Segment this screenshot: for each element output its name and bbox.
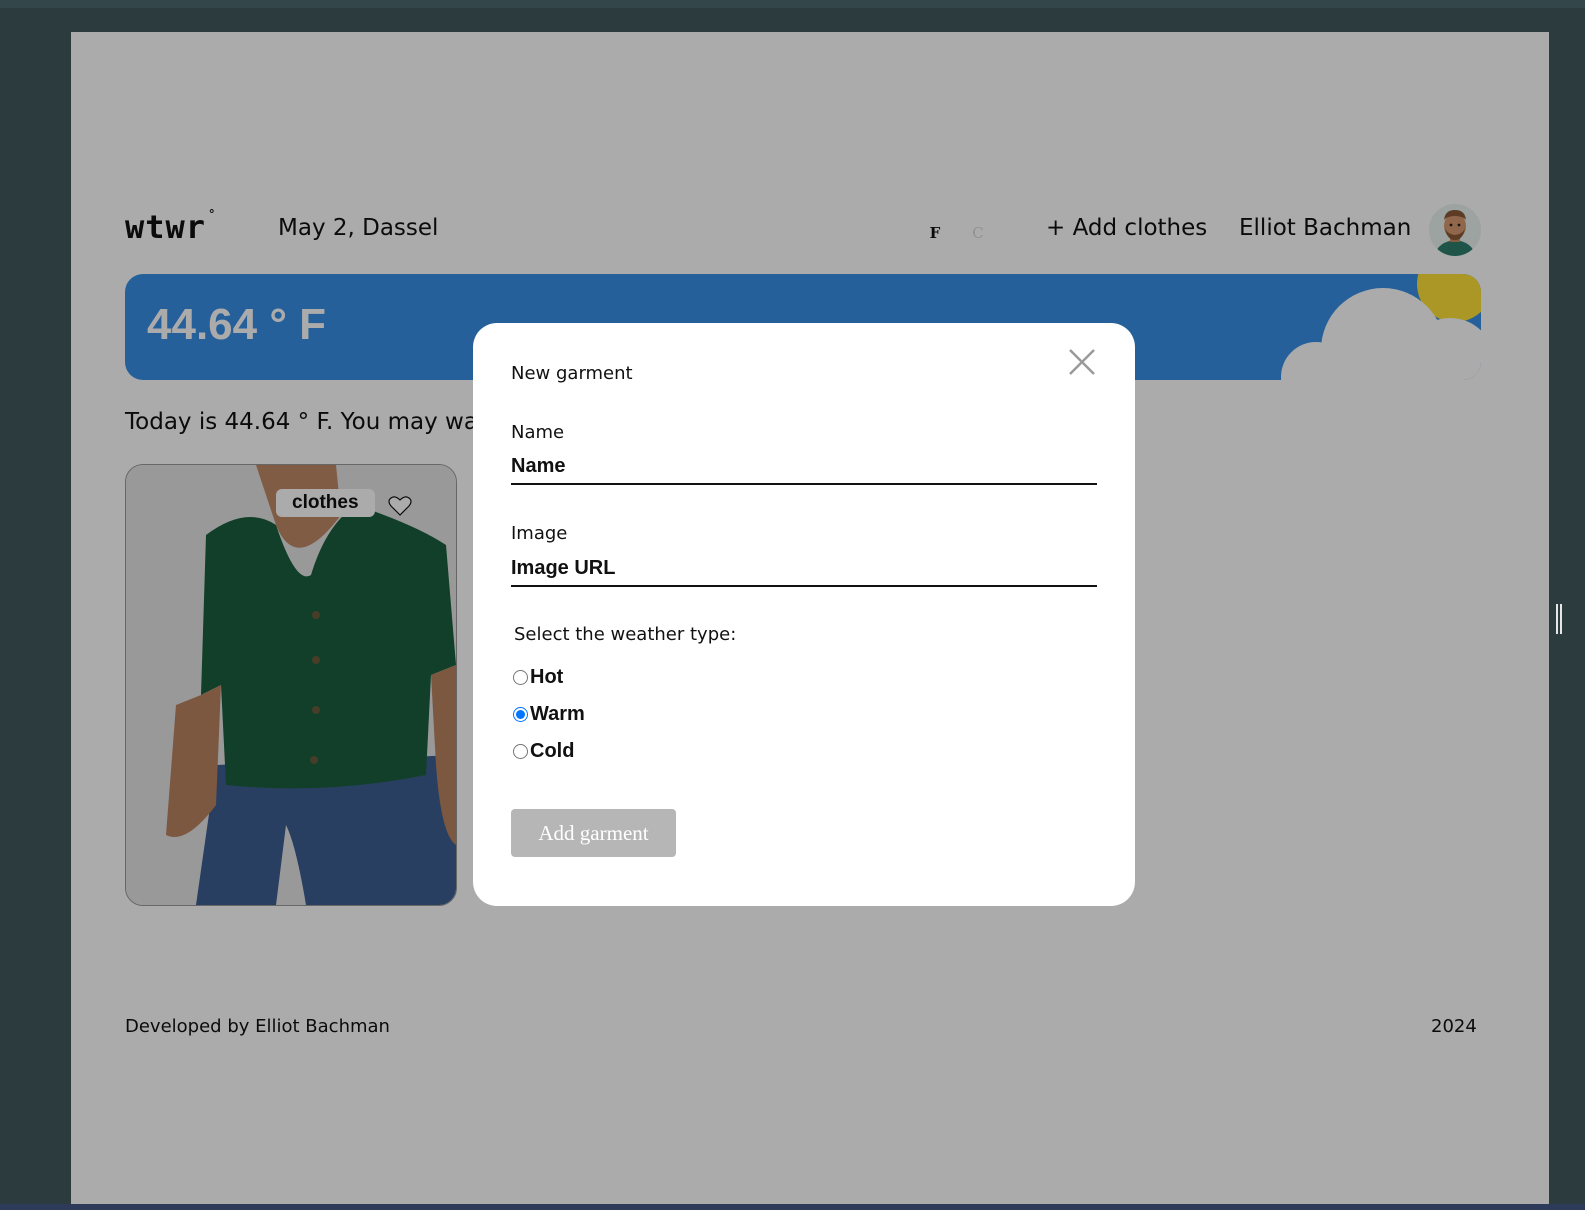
radio-hot-label: Hot — [530, 666, 564, 688]
close-icon[interactable] — [1067, 347, 1097, 377]
radio-cold[interactable] — [513, 744, 528, 759]
weather-type-legend: Select the weather type: — [514, 624, 737, 645]
window-top-bar — [0, 0, 1585, 8]
radio-option-hot[interactable]: Hot — [511, 666, 563, 689]
radio-option-warm[interactable]: Warm — [511, 703, 585, 726]
add-garment-button[interactable]: Add garment — [511, 809, 676, 857]
new-garment-modal: New garment Name Image Select the weathe… — [473, 323, 1135, 906]
name-label: Name — [511, 422, 565, 443]
image-url-input[interactable] — [511, 551, 1097, 587]
window-bottom-bar — [0, 1204, 1585, 1210]
radio-warm[interactable] — [513, 707, 528, 722]
resize-handle[interactable] — [1556, 604, 1562, 634]
modal-title: New garment — [511, 363, 633, 384]
image-label: Image — [511, 523, 568, 544]
radio-warm-label: Warm — [530, 703, 585, 725]
name-input[interactable] — [511, 449, 1097, 485]
radio-hot[interactable] — [513, 670, 528, 685]
radio-option-cold[interactable]: Cold — [511, 740, 574, 763]
radio-cold-label: Cold — [530, 740, 575, 762]
